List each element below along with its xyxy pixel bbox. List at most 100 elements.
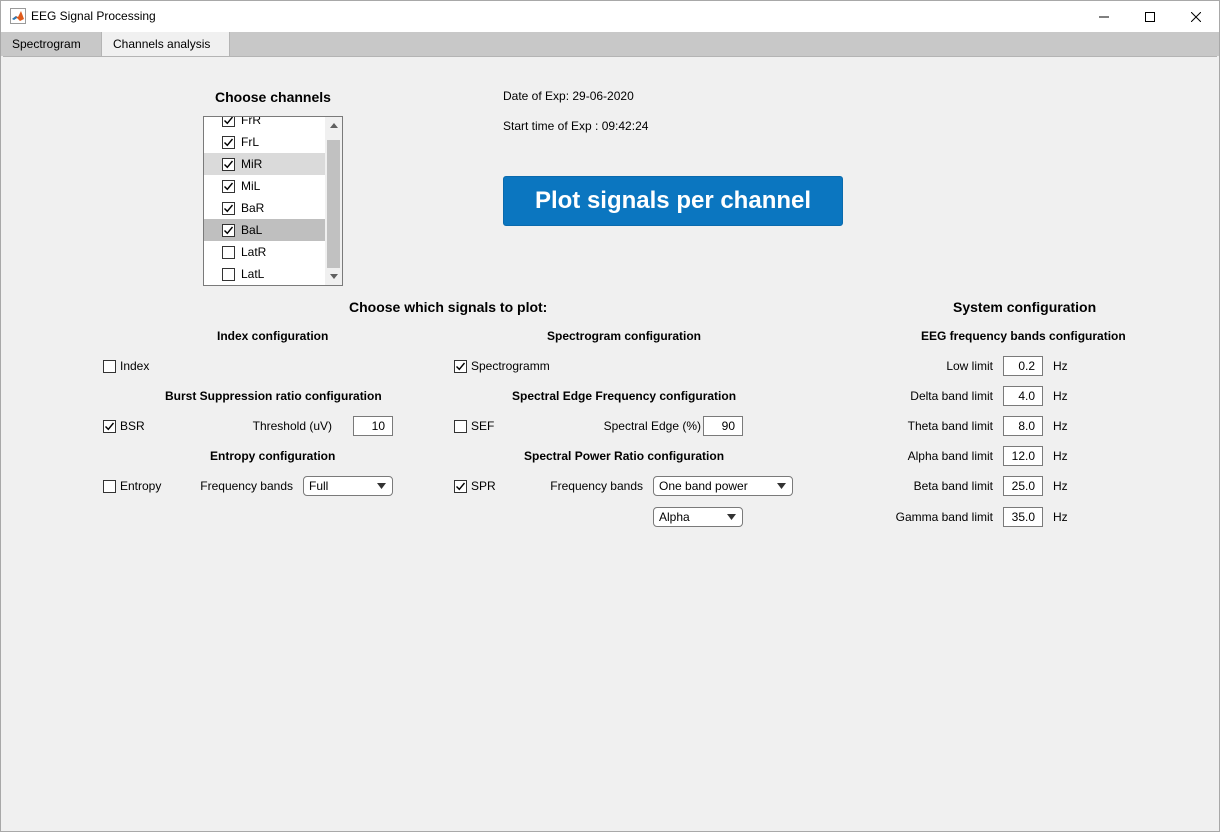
entropy-label: Entropy — [120, 479, 162, 493]
channel-label: BaL — [241, 223, 263, 237]
band-unit-gamma: Hz — [1053, 510, 1068, 524]
threshold-label: Threshold (uV) — [252, 419, 332, 433]
checkmark-icon — [224, 138, 234, 146]
scroll-down-icon — [329, 274, 338, 279]
spr-mode-value: One band power — [659, 479, 748, 493]
spr-checkbox-row[interactable]: SPR — [454, 477, 496, 495]
spectrogram-label: Spectrogramm — [471, 359, 550, 373]
channel-label: MiL — [241, 179, 261, 193]
entropy-bands-label: Frequency bands — [200, 479, 293, 493]
channel-label: LatL — [241, 267, 265, 281]
spr-config-heading: Spectral Power Ratio configuration — [524, 449, 725, 463]
channel-label: BaR — [241, 201, 265, 215]
checkmark-icon — [105, 422, 115, 430]
entropy-bands-value: Full — [309, 479, 329, 493]
list-item[interactable]: FrL — [204, 131, 326, 153]
scroll-up-button[interactable] — [325, 117, 342, 134]
system-config-heading: System configuration — [953, 299, 1097, 315]
tab-channels-analysis[interactable]: Channels analysis — [101, 32, 230, 57]
sef-label: SEF — [471, 419, 495, 433]
entropy-checkbox-row[interactable]: Entropy — [103, 477, 161, 495]
channel-label: FrL — [241, 135, 259, 149]
list-item[interactable]: FrR — [204, 116, 326, 131]
spectrogram-config-heading: Spectrogram configuration — [547, 329, 702, 343]
index-label: Index — [120, 359, 150, 373]
channel-checkbox-mil[interactable] — [222, 179, 235, 193]
spectral-edge-input[interactable]: 90 — [703, 416, 743, 436]
maximize-button[interactable] — [1127, 1, 1173, 32]
band-input-theta[interactable]: 8.0 — [1003, 416, 1043, 436]
channel-label: FrR — [241, 116, 261, 127]
minimize-button[interactable] — [1081, 1, 1127, 32]
tab-spectrogram[interactable]: Spectrogram — [1, 32, 101, 56]
band-input-beta[interactable]: 25.0 — [1003, 476, 1043, 496]
channel-checkbox-bal[interactable] — [222, 223, 235, 237]
list-item[interactable]: BaL — [204, 219, 326, 241]
sef-checkbox-row[interactable]: SEF — [454, 417, 494, 435]
band-unit-alpha: Hz — [1053, 449, 1068, 463]
bsr-checkbox-row[interactable]: BSR — [103, 417, 145, 435]
band-label-delta: Delta band limit — [910, 389, 993, 403]
entropy-bands-dropdown[interactable]: Full — [303, 476, 393, 496]
band-input-gamma[interactable]: 35.0 — [1003, 507, 1043, 527]
matlab-logo-icon — [10, 8, 26, 24]
scroll-down-button[interactable] — [325, 268, 342, 285]
tab-panel — [3, 56, 1217, 829]
bands-config-heading: EEG frequency bands configuration — [921, 329, 1126, 343]
channel-checkbox-latl[interactable] — [222, 267, 235, 281]
band-unit-beta: Hz — [1053, 479, 1068, 493]
checkmark-icon — [456, 362, 466, 370]
index-checkbox[interactable] — [103, 359, 116, 373]
channel-checkbox-bar[interactable] — [222, 201, 235, 215]
sef-checkbox[interactable] — [454, 419, 467, 433]
close-button[interactable] — [1173, 1, 1219, 32]
band-input-alpha[interactable]: 12.0 — [1003, 446, 1043, 466]
band-label-gamma: Gamma band limit — [895, 510, 993, 524]
listbox-scrollbar[interactable] — [325, 117, 342, 285]
spr-bands-label: Frequency bands — [550, 479, 643, 493]
channel-checkbox-mir[interactable] — [222, 157, 235, 171]
spectrogram-checkbox[interactable] — [454, 359, 467, 373]
experiment-start-time: Start time of Exp : 09:42:24 — [503, 119, 649, 133]
band-unit-theta: Hz — [1053, 419, 1068, 433]
list-item[interactable]: MiR — [204, 153, 326, 175]
minimize-icon — [1099, 16, 1109, 17]
maximize-icon — [1145, 11, 1155, 22]
spr-checkbox[interactable] — [454, 479, 467, 493]
band-unit-low: Hz — [1053, 359, 1068, 373]
experiment-date: Date of Exp: 29-06-2020 — [503, 89, 634, 103]
checkmark-icon — [224, 117, 233, 124]
app-window: EEG Signal Processing Spectrogram Channe… — [0, 0, 1220, 832]
spr-band-value: Alpha — [659, 510, 690, 524]
spr-label: SPR — [471, 479, 496, 493]
bsr-checkbox[interactable] — [103, 419, 116, 433]
band-label-beta: Beta band limit — [913, 479, 993, 493]
spectrogram-checkbox-row[interactable]: Spectrogramm — [454, 357, 550, 375]
band-input-delta[interactable]: 4.0 — [1003, 386, 1043, 406]
spr-mode-dropdown[interactable]: One band power — [653, 476, 793, 496]
scroll-thumb[interactable] — [327, 140, 340, 268]
chevron-down-icon — [777, 483, 786, 489]
band-label-low: Low limit — [946, 359, 993, 373]
channel-checkbox-frl[interactable] — [222, 135, 235, 149]
channels-heading: Choose channels — [215, 89, 331, 105]
list-item[interactable]: LatL — [204, 263, 326, 285]
threshold-input[interactable]: 10 — [353, 416, 393, 436]
index-checkbox-row[interactable]: Index — [103, 357, 149, 375]
sef-config-heading: Spectral Edge Frequency configuration — [512, 389, 737, 403]
list-item[interactable]: MiL — [204, 175, 326, 197]
checkmark-icon — [456, 482, 466, 490]
entropy-checkbox[interactable] — [103, 479, 116, 493]
tab-strip: Spectrogram Channels analysis — [1, 32, 1219, 57]
list-item[interactable]: BaR — [204, 197, 326, 219]
channel-label: LatR — [241, 245, 267, 259]
list-item[interactable]: LatR — [204, 241, 326, 263]
spr-band-dropdown[interactable]: Alpha — [653, 507, 743, 527]
channel-checkbox-latr[interactable] — [222, 245, 235, 259]
band-input-low[interactable]: 0.2 — [1003, 356, 1043, 376]
channels-listbox[interactable]: FrR FrL MiR MiL BaR BaL LatR LatL — [203, 116, 343, 286]
plot-signals-button[interactable]: Plot signals per channel — [503, 176, 843, 226]
signals-heading: Choose which signals to plot: — [349, 299, 548, 315]
chevron-down-icon — [727, 514, 736, 520]
channel-checkbox-frr[interactable] — [222, 117, 235, 127]
